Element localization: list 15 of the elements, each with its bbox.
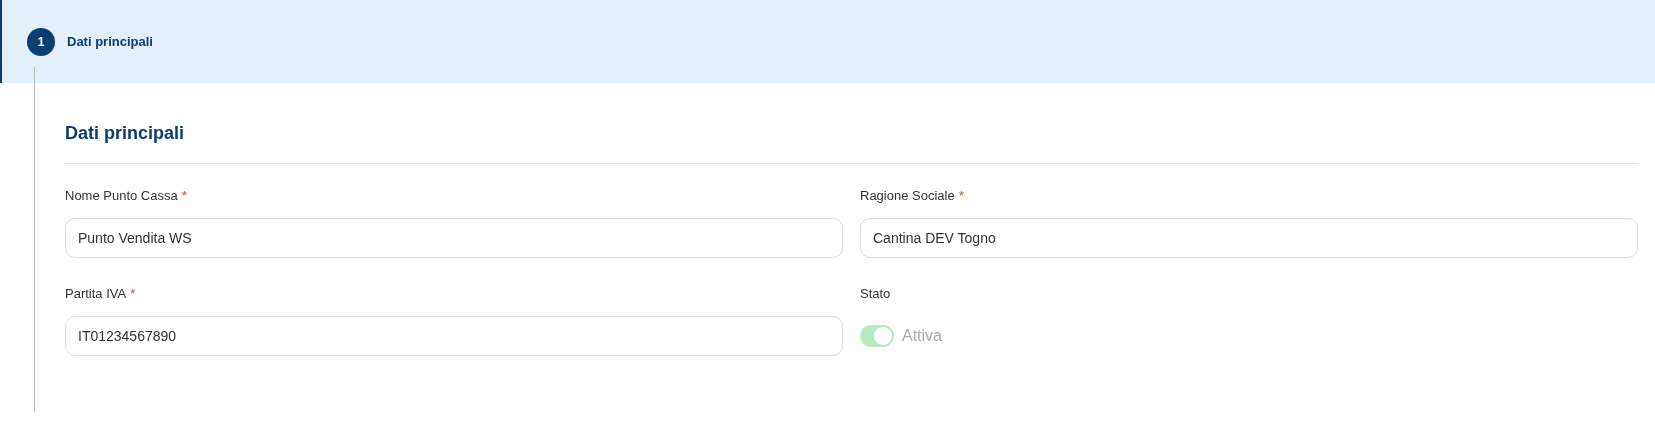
field-label: Partita IVA [65,285,127,304]
section-title: Dati principali [65,123,185,143]
step-header[interactable]: 1 Dati principali [0,0,1655,83]
toggle-label: Attiva [902,326,942,346]
input-field[interactable]: IT01234567890 [65,316,843,356]
required-asterisk: * [130,285,136,304]
field-label: Stato [860,285,891,304]
input-field[interactable]: Punto Vendita WS [65,218,843,258]
field-label: Nome Punto Cassa [65,187,178,206]
field-label: Ragione Sociale [860,187,955,206]
required-asterisk: * [958,187,964,206]
input-field[interactable]: Cantina DEV Togno [860,218,1638,258]
step-label: Dati principali [67,32,153,51]
step-number: 1 [27,27,55,56]
required-asterisk: * [181,187,187,206]
